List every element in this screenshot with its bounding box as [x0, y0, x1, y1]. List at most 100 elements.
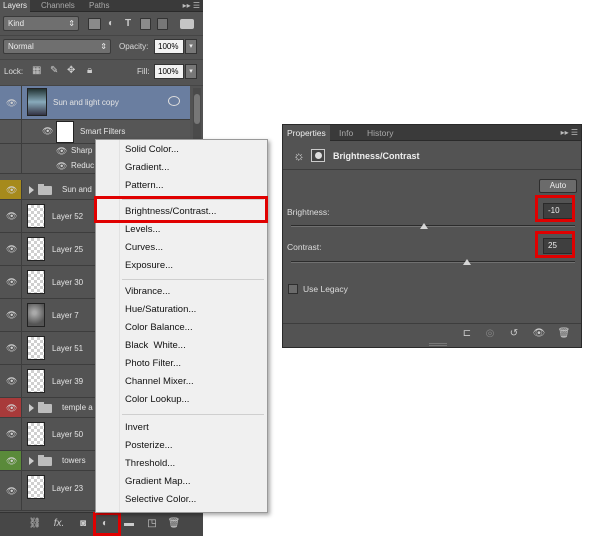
tab-layers[interactable]: Layers [0, 0, 31, 12]
eye-icon[interactable]: 👁︎ [6, 211, 17, 221]
menu-item-vibrance[interactable]: Vibrance... [96, 283, 267, 301]
menu-item-pattern[interactable]: Pattern... [96, 177, 267, 195]
eye-icon[interactable]: 👁︎ [6, 343, 17, 353]
menu-item-solid-color[interactable]: Solid Color... [96, 141, 267, 159]
auto-button[interactable]: Auto [539, 179, 577, 193]
pixel-filter-icon[interactable] [88, 18, 101, 30]
eye-icon[interactable]: 👁︎ [6, 456, 17, 466]
eye-icon[interactable]: 👁︎ [6, 185, 17, 195]
menu-item-invert[interactable]: Invert [96, 419, 267, 437]
eye-icon[interactable]: 👁︎ [6, 429, 17, 439]
eye-icon[interactable]: 👁︎ [42, 126, 53, 136]
chevron-down-icon: ⇕ [68, 19, 75, 28]
menu-item-levels[interactable]: Levels... [96, 221, 267, 239]
eye-icon[interactable]: 👁︎ [6, 277, 17, 287]
filter-kind-select[interactable]: Kind ⇕ [3, 16, 79, 31]
eye-icon[interactable]: 👁︎ [6, 310, 17, 320]
lock-all-icon[interactable]: 🔒︎ [87, 65, 92, 77]
menu-item-channel-mixer[interactable]: Channel Mixer... [96, 373, 267, 391]
panel-menu-icon[interactable]: ▸▸ ☰ [183, 0, 200, 12]
eye-icon[interactable]: 👁︎ [6, 403, 17, 413]
mask-icon[interactable]: ◙ [76, 518, 90, 530]
filter-row: Kind ⇕ ◐ T [0, 12, 203, 36]
highlight-contrast-value [535, 231, 575, 258]
brightness-slider-track[interactable] [291, 225, 575, 227]
adjustment-filter-icon[interactable]: ◐ [108, 18, 114, 30]
panel-menu-icon[interactable]: ▸▸ ☰ [561, 125, 578, 141]
layer-name: Layer 39 [52, 377, 84, 386]
eye-icon[interactable]: 👁︎ [6, 244, 17, 254]
use-legacy-checkbox[interactable] [288, 284, 298, 294]
contrast-slider-handle[interactable] [463, 259, 472, 265]
expand-triangle-icon[interactable] [29, 404, 34, 412]
layer-thumbnail [27, 204, 45, 228]
lock-transparent-icon[interactable]: ▦ [32, 65, 41, 77]
eye-icon[interactable]: 👁︎ [6, 486, 17, 496]
menu-item-black-white[interactable]: Black White... [96, 337, 267, 355]
reset-icon[interactable]: ↺ [506, 327, 522, 341]
eye-icon[interactable]: 👁︎ [56, 146, 67, 156]
filter-toggle[interactable] [180, 19, 194, 29]
filter-kind-label: Kind [8, 19, 25, 28]
scrollbar-thumb[interactable] [194, 94, 200, 124]
properties-tab-bar: Properties Info History ▸▸ ☰ [283, 125, 581, 141]
tab-channels[interactable]: Channels [38, 0, 78, 12]
opacity-input[interactable]: 100% [154, 39, 184, 54]
folder-icon[interactable]: ▬ [122, 518, 136, 530]
tab-properties[interactable]: Properties [283, 125, 330, 141]
eye-icon[interactable]: 👁︎ [56, 161, 67, 171]
type-filter-icon[interactable]: T [125, 18, 131, 30]
blend-mode-select[interactable]: Normal ⇕ [3, 39, 111, 54]
highlight-brightness-contrast [94, 196, 268, 223]
eye-icon[interactable]: 👁︎ [6, 98, 17, 108]
blend-row: Normal ⇕ Opacity: 100% ▾ [0, 36, 203, 60]
view-previous-icon[interactable]: ◎ [482, 327, 498, 341]
opacity-dropdown-icon[interactable]: ▾ [185, 39, 197, 54]
trash-icon[interactable]: 🗑︎ [556, 327, 572, 341]
brightness-label: Brightness: [287, 207, 330, 217]
eye-icon[interactable]: 👁︎ [6, 376, 17, 386]
tab-paths[interactable]: Paths [86, 0, 112, 12]
eye-cell: 👁︎ [0, 451, 22, 470]
layer-name: Reduc [71, 161, 95, 170]
lock-image-icon[interactable]: ✎ [50, 65, 58, 77]
expand-triangle-icon[interactable] [29, 457, 34, 465]
fill-dropdown-icon[interactable]: ▾ [185, 64, 197, 79]
blend-mode-label: Normal [8, 42, 34, 51]
new-layer-icon[interactable]: ◳ [145, 518, 159, 530]
tab-info[interactable]: Info [335, 125, 357, 141]
menu-item-exposure[interactable]: Exposure... [96, 257, 267, 275]
link-icon[interactable]: ⛓︎ [28, 518, 42, 530]
layer-thumbnail [27, 475, 45, 499]
menu-item-color-balance[interactable]: Color Balance... [96, 319, 267, 337]
smart-object-filter-icon[interactable] [157, 18, 168, 30]
fx-icon[interactable]: fx. [52, 518, 66, 530]
contrast-slider-track[interactable] [291, 261, 575, 263]
menu-item-photo-filter[interactable]: Photo Filter... [96, 355, 267, 373]
eye-cell: 👁︎ [0, 86, 22, 119]
menu-item-posterize[interactable]: Posterize... [96, 437, 267, 455]
fill-input[interactable]: 100% [154, 64, 184, 79]
menu-item-curves[interactable]: Curves... [96, 239, 267, 257]
expand-triangle-icon[interactable] [29, 186, 34, 194]
trash-icon[interactable]: 🗑︎ [167, 518, 181, 530]
layer-row-selected[interactable]: 👁︎ Sun and light copy [0, 86, 190, 120]
panel-resize-grip[interactable] [429, 343, 447, 346]
clip-icon[interactable]: ⊏ [459, 327, 475, 341]
menu-item-hue-saturation[interactable]: Hue/Saturation... [96, 301, 267, 319]
mask-icon[interactable] [311, 149, 325, 162]
tab-history[interactable]: History [363, 125, 397, 141]
menu-item-selective-color[interactable]: Selective Color... [96, 491, 267, 509]
menu-item-threshold[interactable]: Threshold... [96, 455, 267, 473]
menu-item-gradient[interactable]: Gradient... [96, 159, 267, 177]
visibility-icon[interactable]: 👁︎ [531, 327, 547, 341]
lock-label: Lock: [4, 67, 24, 76]
layer-name: Sun and [62, 185, 92, 194]
brightness-sun-icon: ☼ [293, 148, 305, 163]
lock-position-icon[interactable]: ✥ [67, 65, 75, 77]
menu-item-gradient-map[interactable]: Gradient Map... [96, 473, 267, 491]
menu-item-color-lookup[interactable]: Color Lookup... [96, 391, 267, 409]
shape-filter-icon[interactable] [140, 18, 151, 30]
brightness-slider-handle[interactable] [420, 223, 429, 229]
eye-cell: 👁︎ [0, 418, 22, 450]
